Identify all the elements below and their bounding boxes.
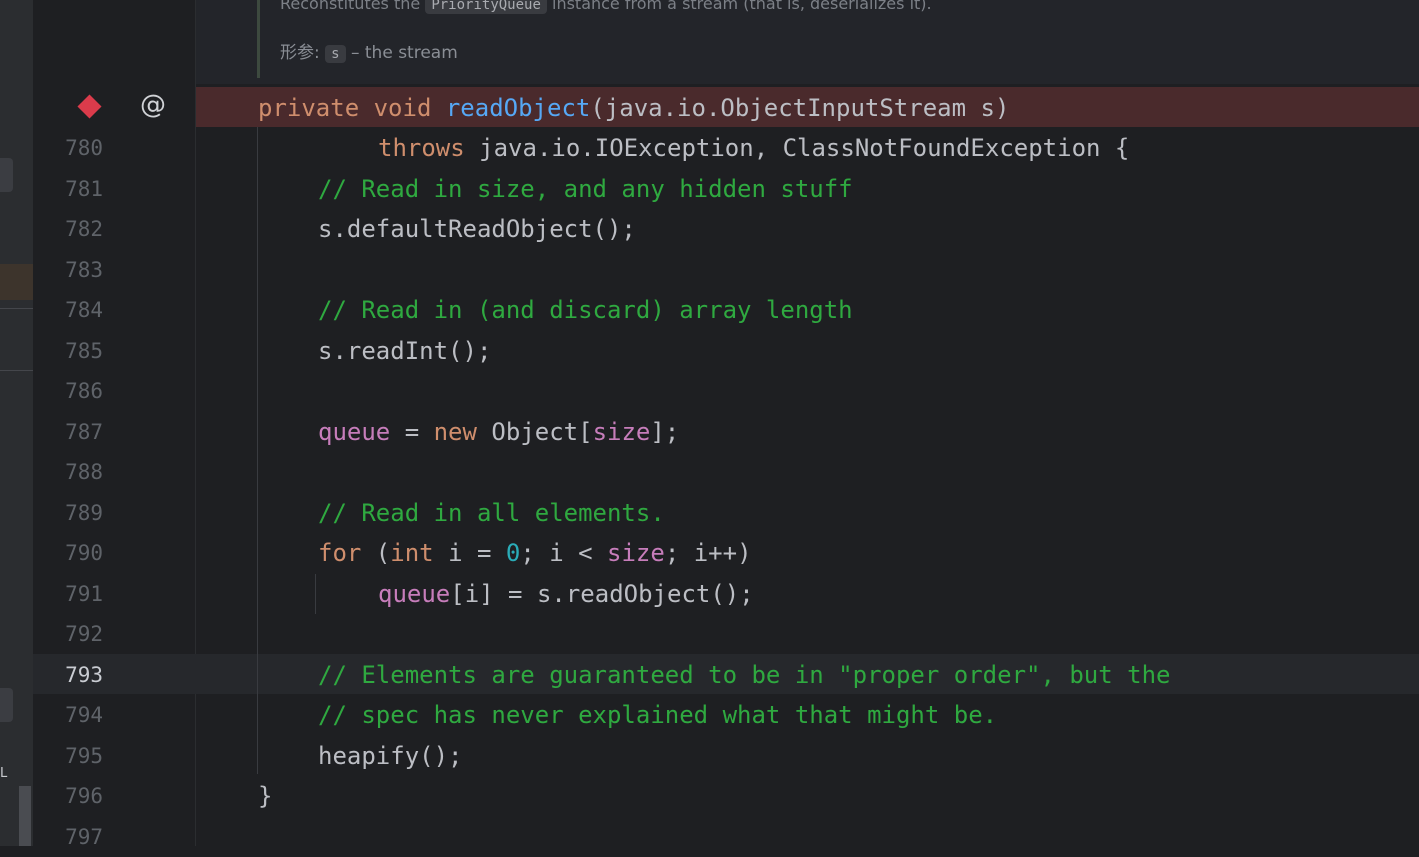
code-line-782[interactable]: s.defaultReadObject();	[318, 209, 636, 249]
indent-guide	[315, 574, 316, 614]
line-number[interactable]: 790	[33, 533, 103, 573]
line-number[interactable]: 795	[33, 736, 103, 776]
javadoc-summary: Reconstitutes the PriorityQueue instance…	[280, 0, 932, 14]
code-line-784[interactable]: // Read in (and discard) array length	[318, 290, 853, 330]
line-number[interactable]: 793	[33, 655, 103, 695]
line-number[interactable]: 794	[33, 695, 103, 735]
tool-window-strip: L	[0, 0, 33, 846]
line-number[interactable]: 783	[33, 250, 103, 290]
javadoc-bar	[257, 0, 260, 78]
param-desc: – the stream	[350, 43, 458, 63]
code-line-signature[interactable]: private void readObject(java.io.ObjectIn…	[258, 88, 1009, 128]
param-label: 形参:	[280, 43, 320, 63]
javadoc-code-chip: PriorityQueue	[425, 0, 547, 14]
line-number[interactable]: 782	[33, 209, 103, 249]
line-number[interactable]: 789	[33, 493, 103, 533]
code-line-780[interactable]: throws java.io.IOException, ClassNotFoun…	[378, 128, 1129, 168]
line-number[interactable]: 786	[33, 371, 103, 411]
code-line-794[interactable]: // spec has never explained what that mi…	[318, 695, 997, 735]
code-line-795[interactable]: heapify();	[318, 736, 463, 776]
line-number[interactable]: 787	[33, 412, 103, 452]
code-line-791[interactable]: queue[i] = s.readObject();	[378, 574, 754, 614]
code-line-796[interactable]: }	[258, 776, 272, 816]
javadoc-param: 形参: s – the stream	[280, 38, 458, 63]
line-number[interactable]: 797	[33, 817, 103, 857]
line-number[interactable]: 785	[33, 331, 103, 371]
code-line-787[interactable]: queue = new Object[size];	[318, 412, 679, 452]
strip-divider	[0, 308, 33, 309]
method-name[interactable]: readObject	[446, 94, 591, 122]
line-number[interactable]: 788	[33, 452, 103, 492]
strip-highlight	[0, 264, 33, 300]
param-name-chip: s	[325, 45, 346, 63]
line-number[interactable]: 792	[33, 614, 103, 654]
code-line-785[interactable]: s.readInt();	[318, 331, 491, 371]
strip-button[interactable]	[0, 158, 13, 192]
code-line-789[interactable]: // Read in all elements.	[318, 493, 665, 533]
strip-button[interactable]	[0, 688, 13, 722]
line-number[interactable]: 780	[33, 128, 103, 168]
strip-letter: L	[0, 766, 8, 781]
strip-divider	[0, 370, 33, 371]
code-line-781[interactable]: // Read in size, and any hidden stuff	[318, 169, 853, 209]
indent-guide	[257, 127, 258, 774]
line-number[interactable]: 796	[33, 776, 103, 816]
line-number[interactable]: 781	[33, 169, 103, 209]
line-number[interactable]: 784	[33, 290, 103, 330]
code-line-793[interactable]: // Elements are guaranteed to be in "pro…	[318, 655, 1171, 695]
at-sign-icon[interactable]: @	[140, 90, 166, 120]
code-line-790[interactable]: for (int i = 0; i < size; i++)	[318, 533, 752, 573]
scrollbar-thumb[interactable]	[19, 786, 31, 846]
line-number[interactable]: 791	[33, 574, 103, 614]
